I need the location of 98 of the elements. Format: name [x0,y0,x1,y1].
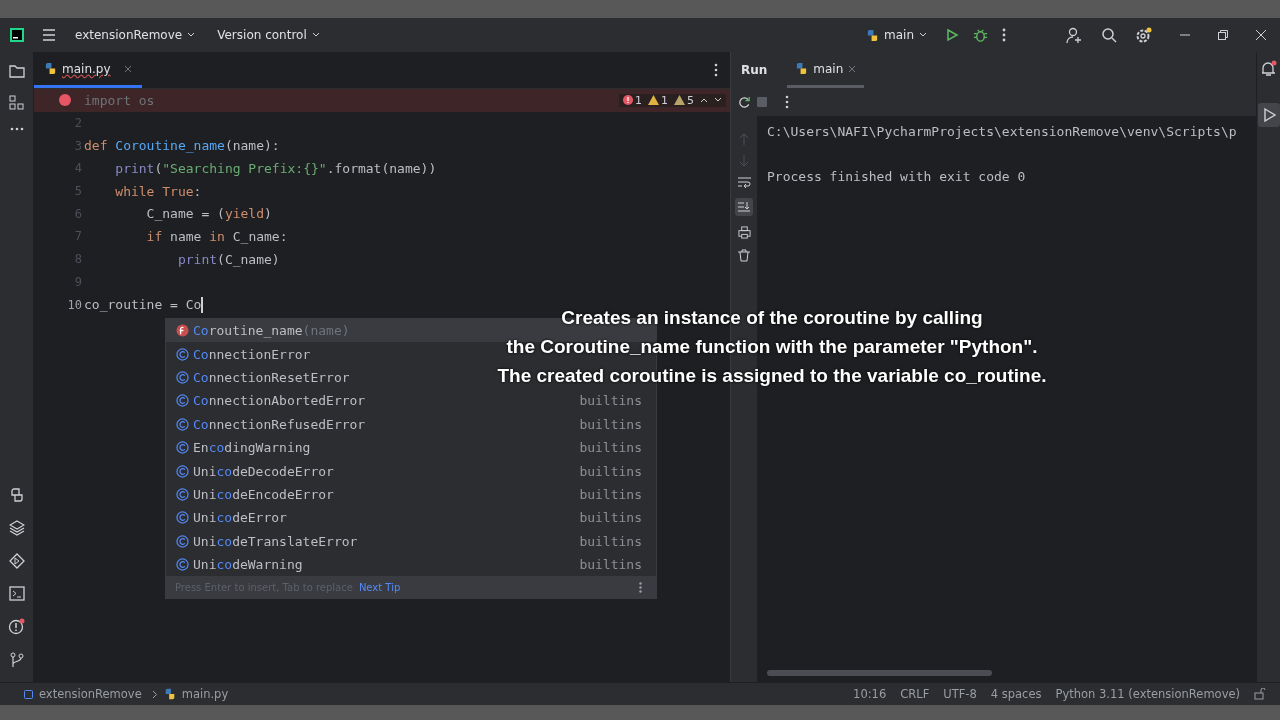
completion-item[interactable]: ConnectionResetError [193,369,350,385]
code-line: import os [84,92,155,108]
console-output: Process finished with exit code 0 [767,169,1026,184]
completion-source: builtins [579,510,642,526]
run-icon[interactable] [1257,103,1280,127]
console-output: C:\Users\NAFI\PycharmProjects\extensionRemove\venv\Scripts\p [767,124,1237,139]
trash-icon[interactable] [738,249,750,262]
vcs-dropdown[interactable]: Version control [213,28,324,42]
status-item[interactable]: CRLF [900,687,930,701]
status-item[interactable]: Python 3.11 (extensionRemove) [1055,687,1240,701]
completion-source: builtins [579,486,642,502]
python-file-icon [795,62,809,75]
class-icon [176,347,189,361]
chevron-down-icon [311,32,320,38]
folder-icon[interactable] [8,64,25,78]
class-icon [176,511,189,525]
completion-item[interactable]: UnicodeWarning [193,557,303,573]
code-line: print(C_name) [176,251,280,267]
video-caption: Creates an instance of the coroutine by calling the Coroutine_name function with the parameter "Python". The created coroutine is assigned to the variable co_routine. [496,306,1048,388]
text-caret [201,296,203,313]
module-icon [24,689,33,699]
debug-bug-icon[interactable] [973,27,988,43]
completion-source: builtins [579,463,642,479]
add-user-icon[interactable] [1066,26,1083,44]
class-icon [176,464,189,478]
code-line: while True: [114,183,202,199]
settings-icon[interactable] [1135,26,1152,44]
notifications-bell-icon[interactable] [1260,60,1277,77]
status-item[interactable]: 4 spaces [990,687,1042,701]
line-number: 10 [67,297,83,312]
python-console-icon[interactable] [8,487,25,503]
breakpoint-icon[interactable] [59,94,71,107]
code-line: def Coroutine_name(name): [84,138,280,154]
class-icon [176,370,189,384]
scroll-to-end-icon[interactable] [735,198,753,216]
menu-icon[interactable] [41,27,57,43]
terminal-icon[interactable] [8,586,25,601]
class-icon [176,534,189,548]
problems-indicator[interactable]: 1 1 5 [619,93,726,107]
python-file-icon [866,28,879,42]
completion-source: builtins [579,393,642,409]
error-icon [623,95,633,106]
status-item[interactable]: 10:16 [853,687,887,701]
run-icon[interactable] [945,28,959,42]
panel-title: Run [741,63,768,77]
completion-source: builtins [579,533,642,549]
completion-source: builtins [579,440,642,456]
restore-icon[interactable] [1218,30,1228,40]
more-icon[interactable] [785,95,789,109]
structure-icon[interactable] [9,95,24,110]
lock-icon[interactable] [1254,688,1266,700]
search-icon[interactable] [1101,27,1117,43]
class-icon [176,441,189,455]
completion-item[interactable]: ConnectionRefusedError [193,416,366,432]
breadcrumb[interactable]: main.py [181,687,229,701]
completion-item[interactable]: UnicodeDecodeError [193,463,334,479]
app-logo-icon[interactable] [9,27,25,43]
completion-item[interactable]: ConnectionError [193,346,311,362]
completion-item[interactable]: UnicodeError [193,510,287,526]
chevron-down-icon [919,32,927,38]
more-icon[interactable] [9,127,24,131]
class-icon [176,558,189,572]
completion-item[interactable]: ConnectionAbortedError [193,393,366,409]
problems-icon[interactable] [8,618,25,635]
more-icon[interactable] [714,63,718,77]
code-line: C_name = (yield) [145,206,272,222]
python-file-icon [163,688,176,700]
git-branch-icon[interactable] [9,652,24,668]
warning-icon [674,95,685,106]
code-line: co_routine = Co [84,297,202,313]
python-file-icon [44,62,57,75]
class-icon [176,487,189,501]
class-icon [176,394,189,408]
layers-icon[interactable] [8,520,25,536]
status-item[interactable]: UTF-8 [943,687,977,701]
completion-source: builtins [579,557,642,573]
function-icon [176,324,189,338]
scrollbar[interactable] [767,670,992,676]
chevron-right-icon [151,689,158,699]
class-icon [176,417,189,431]
completion-item[interactable]: UnicodeTranslateError [193,533,358,549]
soft-wrap-icon[interactable] [737,177,751,188]
completion-source: builtins [579,416,642,432]
services-icon[interactable] [8,553,25,569]
chevron-up-icon [700,97,708,104]
rerun-icon[interactable] [737,96,751,109]
project-dropdown[interactable]: extensionRemove [71,28,200,42]
code-line: print("Searching Prefix:{}".format(name)) [114,160,437,176]
code-line: if name in C_name: [145,228,288,244]
chevron-down-icon [714,97,722,104]
chevron-down-icon [187,32,196,38]
completion-item[interactable]: EncodingWarning [193,440,311,456]
completion-item[interactable]: UnicodeEncodeError [193,486,334,502]
breadcrumb[interactable]: extensionRemove [39,687,142,701]
print-icon[interactable] [737,226,751,239]
warning-icon [648,95,659,106]
run-config-dropdown[interactable]: main [862,28,931,42]
more-icon[interactable] [1002,28,1006,42]
